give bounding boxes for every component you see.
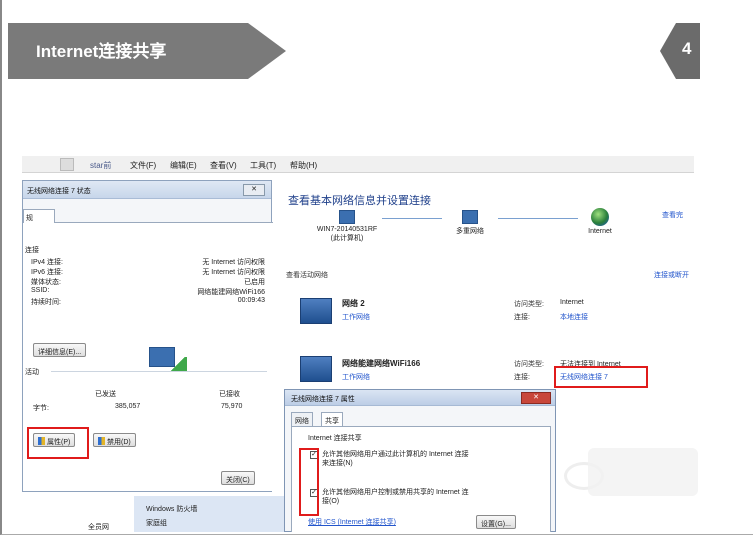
slide-title: Internet连接共享 <box>36 42 167 61</box>
connect-disconnect-link[interactable]: 连接或断开 <box>654 270 689 280</box>
menu-edit[interactable]: 编辑(E) <box>170 160 197 171</box>
bytes-label: 字节: <box>33 405 49 412</box>
highlight-checkboxes <box>299 448 319 516</box>
ssid-value: 网络能建网络WiFi166 <box>197 289 265 296</box>
media-state-value: 已启用 <box>244 279 265 286</box>
activity-group-label: 活动 <box>25 369 39 376</box>
user-avatar-icon <box>60 158 74 171</box>
allow-control-text-line2: 接(O) <box>322 498 340 505</box>
ipv6-label: IPv6 连接: <box>31 269 63 276</box>
wireless-status-dialog: 无线网络连接 7 状态 ✕ 规 连接 IPv4 连接: 无 Internet 访… <box>22 180 273 492</box>
sent-label: 已发送 <box>95 391 116 398</box>
slide-title-banner: Internet连接共享 <box>8 23 286 79</box>
network-type-link[interactable]: 工作网络 <box>342 372 370 382</box>
network-name: 网络能建网络WiFi166 <box>342 359 421 368</box>
ipv4-value: 无 Internet 访问权限 <box>202 259 265 266</box>
local-connection-link[interactable]: 本地连接 <box>560 312 588 322</box>
tab-sharing[interactable]: 共享 <box>321 412 343 426</box>
allow-sharing-text-line2: 来连接(N) <box>322 460 353 467</box>
wireless-properties-dialog: 无线网络连接 7 属性 ✕ 网络 共享 Internet 连接共享 ✓ 允许其他… <box>284 389 556 532</box>
close-button[interactable]: 关闭(C) <box>221 471 255 485</box>
bytes-received-value: 75,970 <box>221 403 243 410</box>
map-node-internet: Internet <box>580 208 620 235</box>
highlight-properties-button <box>27 427 89 459</box>
page-number: 4 <box>682 39 692 58</box>
status-dialog-title: 无线网络连接 7 状态 <box>27 188 91 195</box>
ssid-label: SSID: <box>31 287 50 294</box>
network-icon <box>462 210 478 224</box>
close-icon[interactable]: ✕ <box>243 184 265 196</box>
view-full-map-link[interactable]: 查看完 <box>662 210 683 220</box>
highlight-wireless-connection <box>554 366 648 388</box>
ipv6-value: 无 Internet 访问权限 <box>202 269 265 276</box>
ics-section-label: Internet 连接共享 <box>308 435 362 442</box>
network-center-sidebar-bottom: Windows 防火墙 家庭组 <box>134 496 284 532</box>
ics-help-link[interactable]: 使用 ICS (Internet 连接共享) <box>308 517 396 527</box>
disable-button-label: 禁用(D) <box>107 439 131 446</box>
internet-globe-icon <box>591 208 609 226</box>
properties-dialog-titlebar: 无线网络连接 7 属性 ✕ <box>285 390 555 406</box>
media-state-label: 媒体状态: <box>31 279 61 286</box>
group-divider <box>51 371 267 372</box>
status-tab-strip: 规 <box>23 209 273 223</box>
computer-caption: (此计算机) <box>330 235 364 242</box>
access-type-label: 访问类型: <box>514 361 544 368</box>
duration-label: 持续时间: <box>31 299 61 306</box>
network-center-menubar: star前 文件(F) 编辑(E) 查看(V) 工具(T) 帮助(H) <box>22 156 694 173</box>
disable-button[interactable]: 禁用(D) <box>93 433 136 447</box>
access-type-value: Internet <box>560 299 584 306</box>
shield-icon <box>98 437 105 445</box>
homegroup-link[interactable]: 家庭组 <box>146 518 167 528</box>
computer-icon <box>339 210 355 224</box>
connection-label: 连接: <box>514 374 530 381</box>
settings-button[interactable]: 设置(G)... <box>476 515 516 529</box>
sharing-tab-body: Internet 连接共享 ✓ 允许其他网络用户通过此计算机的 Internet… <box>291 426 551 532</box>
network-name: 网络 2 <box>342 299 365 308</box>
map-connector <box>382 218 442 219</box>
connection-label: 连接: <box>514 314 530 321</box>
network-bench-icon <box>300 356 332 382</box>
internet-node-label: Internet <box>588 228 612 235</box>
computer-name: WIN7-20140531RF <box>316 226 378 233</box>
signal-icon <box>169 357 187 371</box>
map-connector <box>498 218 578 219</box>
tab-networking[interactable]: 网络 <box>291 412 313 426</box>
menu-file[interactable]: 文件(F) <box>130 160 156 171</box>
tab-general[interactable]: 规 <box>23 209 55 223</box>
bottom-left-label: 全员网 <box>88 524 109 531</box>
ipv4-label: IPv4 连接: <box>31 259 63 266</box>
map-node-computer: WIN7-20140531RF (此计算机) <box>302 210 392 243</box>
details-button[interactable]: 详细信息(E)... <box>33 343 87 357</box>
active-networks-label: 查看活动网络 <box>286 272 328 279</box>
bytes-sent-value: 385,057 <box>115 403 141 410</box>
status-dialog-body: 连接 IPv4 连接: 无 Internet 访问权限 IPv6 连接: 无 I… <box>23 223 273 491</box>
menu-tools[interactable]: 工具(T) <box>250 160 276 171</box>
menu-help[interactable]: 帮助(H) <box>290 160 317 171</box>
status-dialog-titlebar: 无线网络连接 7 状态 ✕ <box>23 181 271 199</box>
network-center-heading: 查看基本网络信息并设置连接 <box>288 195 431 207</box>
network-type-link[interactable]: 工作网络 <box>342 312 370 322</box>
user-label: star前 <box>90 161 112 170</box>
access-type-label: 访问类型: <box>514 301 544 308</box>
network-node-label: 多重网络 <box>456 228 484 235</box>
close-icon[interactable]: ✕ <box>521 392 551 404</box>
connection-group-label: 连接 <box>25 247 39 254</box>
duration-value: 00:09:43 <box>237 297 265 304</box>
allow-control-text-line1: 允许其他网络用户控制或禁用共享的 Internet 连 <box>322 489 469 496</box>
map-node-network: 多重网络 <box>448 210 492 236</box>
received-label: 已接收 <box>219 391 240 398</box>
menu-view[interactable]: 查看(V) <box>210 160 237 171</box>
network-bench-icon <box>300 298 332 324</box>
properties-dialog-title: 无线网络连接 7 属性 <box>291 396 355 403</box>
watermark <box>588 448 698 496</box>
firewall-link[interactable]: Windows 防火墙 <box>146 504 197 514</box>
